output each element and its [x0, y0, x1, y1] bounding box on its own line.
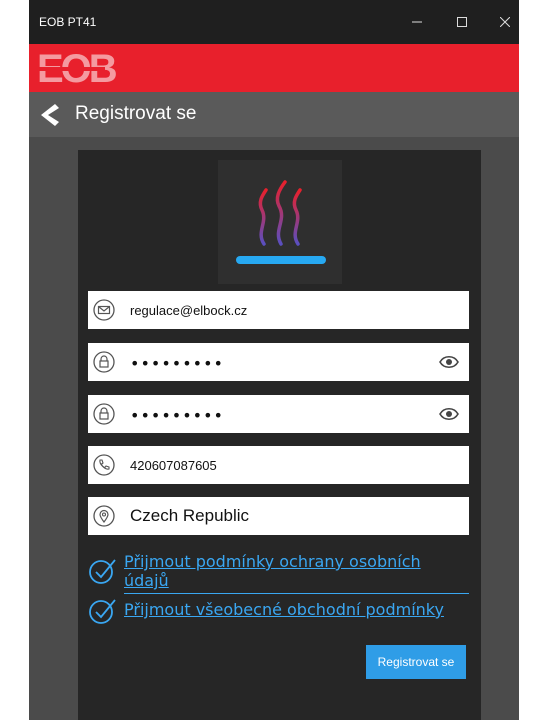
lock-icon — [93, 351, 115, 373]
phone-field[interactable]: 420607087605 — [88, 446, 469, 484]
registration-card: regulace@elbock.cz ••••••••• ••••••••• 4… — [78, 150, 481, 720]
heating-logo — [218, 160, 342, 284]
show-password-eye-icon[interactable] — [439, 355, 459, 369]
privacy-consent-link[interactable]: Přijmout podmínky ochrany osobních údajů — [124, 552, 444, 590]
minimize-button[interactable] — [402, 9, 432, 35]
confirm-password-field[interactable]: ••••••••• — [88, 395, 469, 433]
show-password-eye-icon[interactable] — [439, 407, 459, 421]
brand-bar: EOB — [29, 44, 519, 92]
email-field[interactable]: regulace@elbock.cz — [88, 291, 469, 329]
location-pin-icon — [93, 505, 115, 527]
email-value: regulace@elbock.cz — [130, 303, 248, 318]
phone-value: 420607087605 — [130, 458, 217, 473]
window-title: EOB PT41 — [39, 15, 97, 29]
password-value: ••••••••• — [130, 354, 224, 373]
phone-icon — [93, 454, 115, 476]
lock-icon — [93, 403, 115, 425]
nav-bar: Registrovat se — [29, 92, 519, 137]
heat-waves-icon — [236, 180, 326, 264]
maximize-button[interactable] — [447, 9, 477, 35]
country-value: Czech Republic — [130, 506, 250, 525]
page-title: Registrovat se — [75, 103, 197, 124]
email-icon — [93, 299, 115, 321]
close-button[interactable] — [490, 9, 519, 35]
title-bar: EOB PT41 — [29, 0, 519, 44]
password-field[interactable]: ••••••••• — [88, 343, 469, 381]
terms-consent-checkbox[interactable]: Přijmout všeobecné obchodní podmínky — [88, 599, 469, 628]
minimize-icon — [412, 21, 422, 23]
eob-logo: EOB — [37, 49, 120, 89]
terms-consent-link[interactable]: Přijmout všeobecné obchodní podmínky — [124, 600, 444, 619]
privacy-consent-checkbox[interactable]: Přijmout podmínky ochrany osobních údajů — [88, 552, 469, 596]
maximize-icon — [457, 17, 467, 27]
confirm-password-value: ••••••••• — [130, 406, 224, 425]
app-window: EOB PT41 EOB Registrovat se regulace@elb… — [29, 0, 519, 720]
country-field[interactable]: Czech Republic — [88, 497, 469, 535]
check-circle-icon — [89, 559, 116, 584]
check-circle-icon — [89, 599, 116, 624]
divider — [124, 593, 469, 594]
register-button[interactable]: Registrovat se — [366, 645, 466, 679]
back-arrow-icon[interactable] — [37, 103, 59, 127]
close-icon — [500, 17, 510, 27]
